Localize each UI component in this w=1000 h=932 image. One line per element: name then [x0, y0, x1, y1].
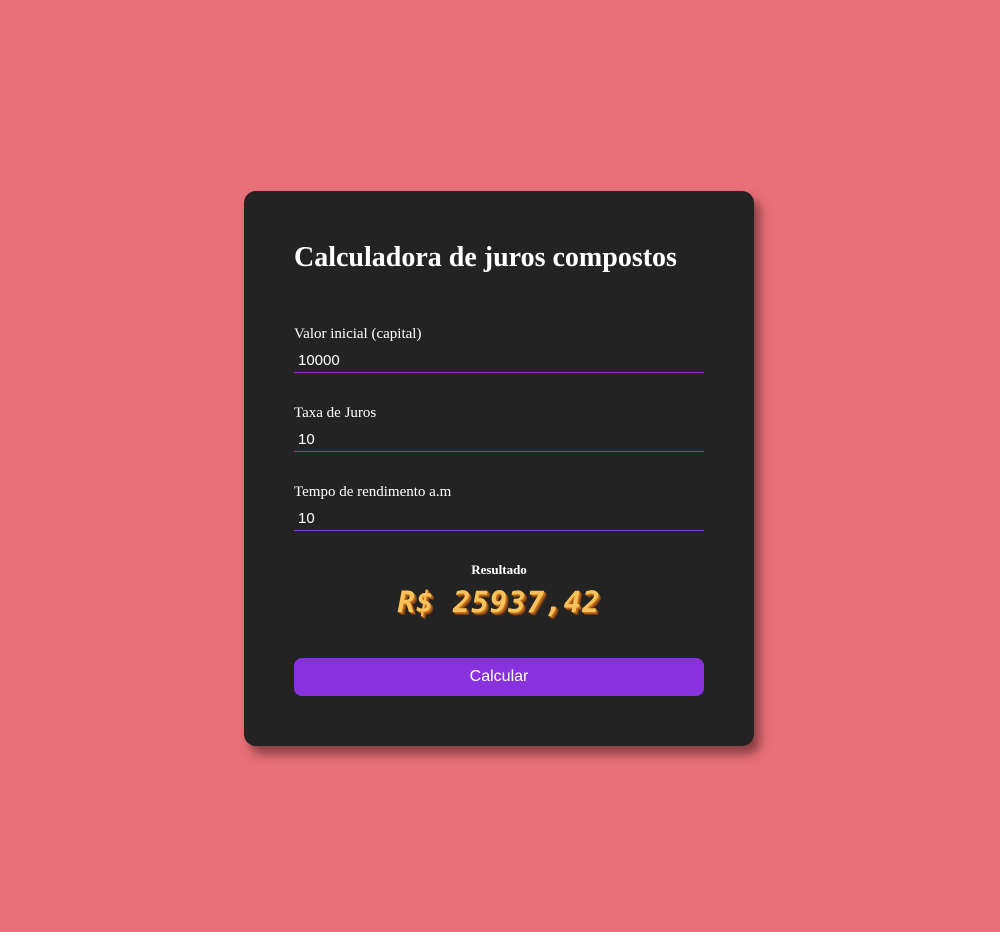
calculate-button[interactable]: Calcular [294, 658, 704, 696]
interest-rate-field: Taxa de Juros [294, 404, 704, 452]
period-field: Tempo de rendimento a.m [294, 483, 704, 531]
interest-rate-input[interactable] [294, 430, 704, 452]
page-title: Calculadora de juros compostos [294, 242, 677, 273]
calculator-card: Calculadora de juros compostos Valor ini… [244, 191, 754, 746]
capital-input[interactable] [294, 351, 704, 373]
capital-field: Valor inicial (capital) [294, 325, 704, 373]
period-label: Tempo de rendimento a.m [294, 484, 452, 500]
result-label: Resultado [471, 562, 527, 577]
period-input[interactable] [294, 509, 704, 531]
capital-label: Valor inicial (capital) [294, 326, 422, 342]
interest-rate-label: Taxa de Juros [294, 405, 377, 421]
result-value: R$ 25937,42 [397, 585, 601, 619]
